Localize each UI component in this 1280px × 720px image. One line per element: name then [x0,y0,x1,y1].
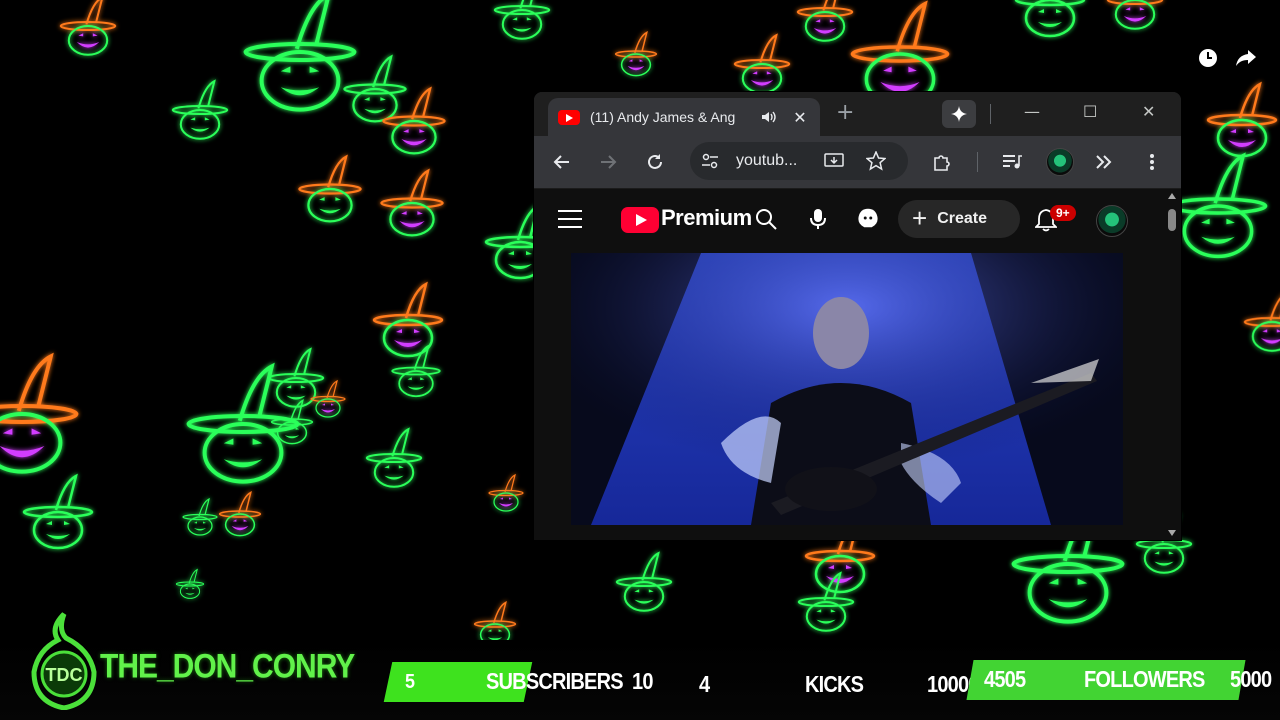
followers-current: 4505 [984,667,1026,693]
scroll-down-arrow[interactable] [1168,530,1176,536]
extensions-icon[interactable] [930,150,954,174]
forward-icon[interactable] [596,150,620,174]
scroll-thumb[interactable] [1168,209,1176,231]
youtube-avatar[interactable] [1096,205,1128,237]
new-tab-button[interactable]: + [836,102,854,124]
subscribers-goal: 10 [632,669,653,695]
reload-icon[interactable] [643,150,667,174]
youtube-favicon [558,109,580,125]
close-window-button[interactable]: ✕ [1142,102,1155,121]
video-frame [571,253,1123,525]
browser-toolbar: youtub... [534,136,1181,189]
subscribers-label: SUBSCRIBERS [486,669,624,695]
share-icon[interactable] [1234,46,1258,70]
corner-actions [1196,46,1258,70]
subscribers-current: 5 [405,669,415,693]
followers-label: FOLLOWERS [1084,667,1205,693]
speaker-icon[interactable] [758,107,778,127]
back-icon[interactable] [550,150,574,174]
kebab-menu-icon[interactable] [1140,150,1164,174]
youtube-premium-label[interactable]: Premium [661,205,752,231]
tab-close-button[interactable]: ✕ [790,108,810,127]
scroll-up-arrow[interactable] [1168,193,1176,199]
profile-avatar[interactable] [1046,148,1074,176]
minimize-button[interactable]: — [1024,102,1040,121]
ai-icon[interactable] [856,206,880,230]
tab-title: (11) Andy James & Ang [590,109,736,125]
address-bar[interactable]: youtub... [690,142,908,180]
search-icon[interactable] [754,207,778,231]
followers-goal: 5000 [1230,667,1272,693]
video-player[interactable] [571,253,1123,525]
bookmark-star-icon[interactable] [866,151,886,171]
browser-window: (11) Andy James & Ang ✕ + — ☐ ✕ youtub..… [534,92,1181,540]
site-settings-icon[interactable] [700,151,720,171]
page-viewport: Premium + Create 9+ [534,189,1181,540]
youtube-masthead: Premium + Create 9+ [534,189,1181,251]
tdc-logo: TDC [31,612,97,710]
gemini-icon[interactable] [942,100,976,128]
channel-name: THE_DON_CONRY [100,647,355,686]
tdc-logo-text: TDC [46,665,83,685]
browser-tab[interactable]: (11) Andy James & Ang ✕ [548,98,820,136]
url-text: youtub... [736,152,798,169]
install-icon[interactable] [824,151,844,171]
create-button[interactable]: + Create [898,200,1020,238]
create-label: Create [937,210,987,227]
notification-badge: 9+ [1050,205,1076,221]
separator [977,152,978,172]
plus-icon: + [912,202,928,233]
page-scrollbar[interactable] [1167,189,1177,540]
more-tools-icon[interactable] [1092,150,1116,174]
hamburger-menu-icon[interactable] [558,207,582,228]
tab-strip: (11) Andy James & Ang ✕ + — ☐ ✕ [534,92,1181,136]
kicks-label: KICKS [805,672,864,698]
clock-icon[interactable] [1196,46,1220,70]
mic-icon[interactable] [806,207,830,231]
separator [990,104,991,124]
maximize-button[interactable]: ☐ [1083,102,1097,121]
kicks-current: 4 [699,672,710,698]
youtube-logo[interactable] [621,207,659,233]
media-control-icon[interactable] [1000,150,1024,174]
